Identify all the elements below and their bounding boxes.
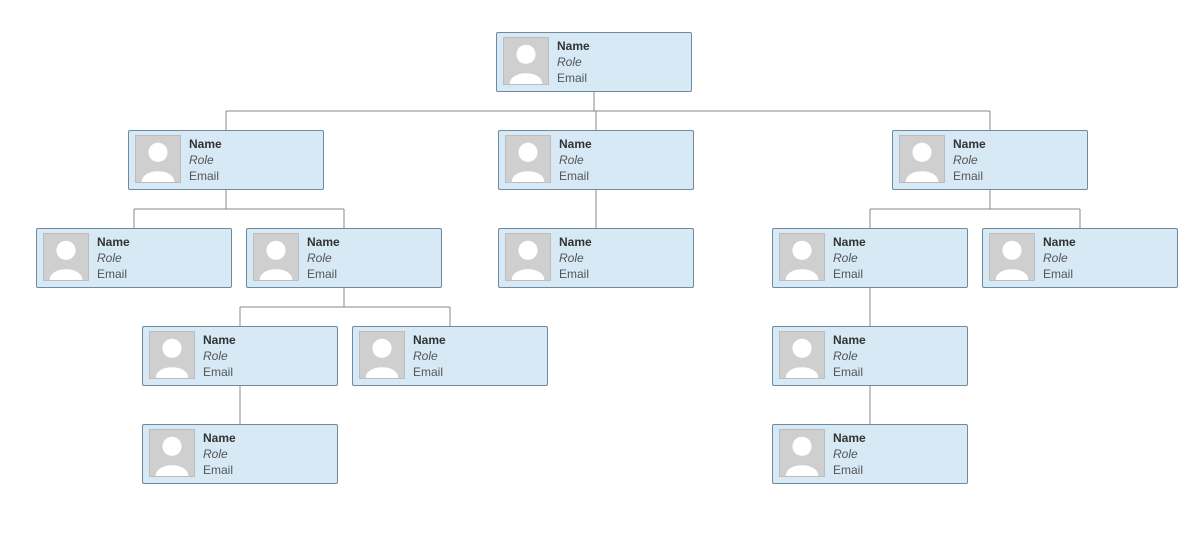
card-name: Name — [833, 333, 866, 347]
org-card-c1[interactable]: Name Role Email — [36, 228, 232, 288]
org-card-d1[interactable]: Name Role Email — [142, 326, 338, 386]
card-email: Email — [953, 169, 986, 183]
card-name: Name — [189, 137, 222, 151]
avatar-icon — [899, 135, 945, 183]
org-card-e1[interactable]: Name Role Email — [142, 424, 338, 484]
card-role: Role — [203, 349, 236, 363]
card-role: Role — [189, 153, 222, 167]
card-role: Role — [557, 55, 590, 69]
card-fields: Name Role Email — [203, 331, 236, 381]
card-name: Name — [97, 235, 130, 249]
card-email: Email — [833, 463, 866, 477]
card-fields: Name Role Email — [97, 233, 130, 283]
card-email: Email — [557, 71, 590, 85]
card-role: Role — [833, 349, 866, 363]
card-name: Name — [203, 333, 236, 347]
org-card-b2[interactable]: Name Role Email — [498, 130, 694, 190]
card-role: Role — [307, 251, 340, 265]
card-email: Email — [559, 267, 592, 281]
card-role: Role — [203, 447, 236, 461]
card-email: Email — [203, 463, 236, 477]
avatar-icon — [359, 331, 405, 379]
org-card-c3[interactable]: Name Role Email — [498, 228, 694, 288]
card-fields: Name Role Email — [953, 135, 986, 185]
card-email: Email — [97, 267, 130, 281]
card-fields: Name Role Email — [307, 233, 340, 283]
org-card-c4[interactable]: Name Role Email — [772, 228, 968, 288]
card-name: Name — [413, 333, 446, 347]
avatar-icon — [135, 135, 181, 183]
card-name: Name — [833, 235, 866, 249]
card-role: Role — [97, 251, 130, 265]
avatar-icon — [779, 331, 825, 379]
card-role: Role — [1043, 251, 1076, 265]
card-fields: Name Role Email — [557, 37, 590, 87]
card-role: Role — [559, 251, 592, 265]
card-fields: Name Role Email — [559, 233, 592, 283]
card-role: Role — [413, 349, 446, 363]
card-fields: Name Role Email — [559, 135, 592, 185]
card-role: Role — [833, 251, 866, 265]
org-card-c2[interactable]: Name Role Email — [246, 228, 442, 288]
card-email: Email — [203, 365, 236, 379]
card-fields: Name Role Email — [833, 429, 866, 479]
card-email: Email — [833, 365, 866, 379]
card-name: Name — [559, 137, 592, 151]
card-fields: Name Role Email — [1043, 233, 1076, 283]
org-card-c5[interactable]: Name Role Email — [982, 228, 1178, 288]
card-name: Name — [559, 235, 592, 249]
card-fields: Name Role Email — [413, 331, 446, 381]
card-email: Email — [559, 169, 592, 183]
card-fields: Name Role Email — [833, 233, 866, 283]
card-name: Name — [203, 431, 236, 445]
org-card-b1[interactable]: Name Role Email — [128, 130, 324, 190]
card-email: Email — [189, 169, 222, 183]
avatar-icon — [503, 37, 549, 85]
card-fields: Name Role Email — [189, 135, 222, 185]
card-role: Role — [953, 153, 986, 167]
avatar-icon — [989, 233, 1035, 281]
org-card-b3[interactable]: Name Role Email — [892, 130, 1088, 190]
card-name: Name — [1043, 235, 1076, 249]
card-email: Email — [307, 267, 340, 281]
avatar-icon — [149, 429, 195, 477]
card-name: Name — [557, 39, 590, 53]
card-email: Email — [413, 365, 446, 379]
card-email: Email — [1043, 267, 1076, 281]
avatar-icon — [779, 233, 825, 281]
avatar-icon — [43, 233, 89, 281]
org-card-d2[interactable]: Name Role Email — [352, 326, 548, 386]
avatar-icon — [149, 331, 195, 379]
card-email: Email — [833, 267, 866, 281]
avatar-icon — [505, 233, 551, 281]
card-role: Role — [833, 447, 866, 461]
avatar-icon — [253, 233, 299, 281]
org-card-e2[interactable]: Name Role Email — [772, 424, 968, 484]
org-card-root[interactable]: Name Role Email — [496, 32, 692, 92]
card-name: Name — [307, 235, 340, 249]
card-name: Name — [953, 137, 986, 151]
card-fields: Name Role Email — [833, 331, 866, 381]
card-role: Role — [559, 153, 592, 167]
avatar-icon — [779, 429, 825, 477]
avatar-icon — [505, 135, 551, 183]
card-name: Name — [833, 431, 866, 445]
org-card-d3[interactable]: Name Role Email — [772, 326, 968, 386]
card-fields: Name Role Email — [203, 429, 236, 479]
